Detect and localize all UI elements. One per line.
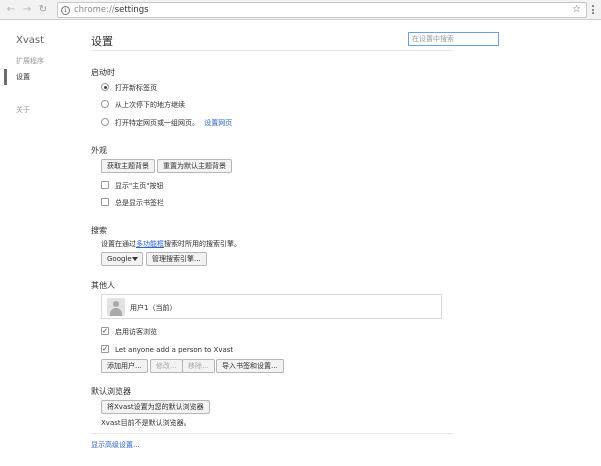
browser-toolbar: ← → ↻ i chrome://settings ☆ — [0, 0, 601, 20]
section-people-heading: 其他人 — [91, 281, 115, 290]
set-default-browser-button[interactable]: 将Xvast设置为您的默认浏览器 — [101, 400, 210, 414]
checkbox[interactable]: ✓ — [101, 327, 109, 335]
manage-search-engines-button[interactable]: 管理搜索引擎... — [146, 252, 207, 266]
startup-option-specific-pages[interactable]: 打开特定网页或一组网页。 设置网页 — [101, 117, 232, 129]
option-label: Let anyone add a person to Xvast — [115, 346, 234, 354]
section-appearance-heading: 外观 — [91, 146, 107, 155]
sidebar-item-about[interactable]: 关于 — [16, 105, 30, 115]
address-bar[interactable]: i chrome://settings ☆ — [57, 2, 587, 18]
search-desc-after: 搜索时所用的搜索引擎。 — [164, 240, 241, 248]
avatar — [107, 298, 125, 316]
get-themes-button[interactable]: 获取主题背景 — [101, 159, 155, 173]
checkbox[interactable]: ✓ — [101, 345, 109, 353]
option-label: 总是显示书签栏 — [115, 199, 164, 207]
divider — [91, 50, 453, 51]
option-label: 打开新标签页 — [115, 84, 157, 92]
checkbox[interactable] — [101, 181, 109, 189]
radio-button[interactable] — [101, 118, 109, 126]
page-title: 设置 — [91, 35, 113, 48]
checkbox[interactable] — [101, 198, 109, 206]
section-search-heading: 搜索 — [91, 226, 107, 235]
forward-icon[interactable]: → — [20, 3, 34, 17]
option-label: 启用访客浏览 — [115, 328, 157, 336]
search-engine-value: Google — [107, 255, 132, 263]
default-browser-status: Xvast目前不是默认浏览器。 — [101, 419, 191, 427]
divider — [91, 433, 453, 434]
anyone-add-person-option[interactable]: ✓ Let anyone add a person to Xvast — [101, 344, 233, 356]
url-scheme: chrome:// — [74, 5, 115, 15]
vertical-dots-icon[interactable] — [589, 4, 597, 16]
brand-title: Xvast — [16, 35, 45, 46]
edit-person-button[interactable]: 修改... — [150, 359, 183, 373]
show-advanced-settings-link[interactable]: 显示高级设置... — [91, 440, 140, 450]
add-person-button[interactable]: 添加用户... — [101, 359, 148, 373]
option-label: 从上次停下的地方继续 — [115, 101, 185, 109]
reload-icon[interactable]: ↻ — [36, 3, 50, 17]
show-home-button-option[interactable]: 显示"主页"按钮 — [101, 180, 163, 192]
guest-browsing-option[interactable]: ✓ 启用访客浏览 — [101, 326, 157, 338]
settings-search-input[interactable]: 在设置中搜索 — [408, 32, 499, 46]
search-desc-before: 设置在通过 — [101, 240, 136, 248]
sidebar-item-settings[interactable]: 设置 — [16, 72, 30, 82]
search-description: 设置在通过多功能框搜索时所用的搜索引擎。 — [101, 239, 241, 249]
info-icon[interactable]: i — [61, 6, 70, 15]
omnibox-link[interactable]: 多功能框 — [136, 240, 164, 248]
radio-button[interactable] — [101, 100, 109, 108]
import-bookmarks-button[interactable]: 导入书签和设置... — [216, 359, 284, 373]
url-path: settings — [114, 5, 149, 15]
person-name[interactable]: 用户1（当前） — [130, 303, 176, 313]
remove-person-button[interactable]: 移除... — [182, 359, 215, 373]
back-icon[interactable]: ← — [4, 3, 18, 17]
startup-option-new-tab[interactable]: 打开新标签页 — [101, 82, 157, 94]
section-default-browser-heading: 默认浏览器 — [91, 387, 131, 396]
search-engine-select[interactable]: Google — [101, 252, 143, 266]
startup-option-continue[interactable]: 从上次停下的地方继续 — [101, 99, 185, 111]
reset-theme-button[interactable]: 重置为默认主题背景 — [157, 159, 232, 173]
show-bookmarks-bar-option[interactable]: 总是显示书签栏 — [101, 197, 164, 209]
sidebar-item-extensions[interactable]: 扩展程序 — [16, 56, 44, 66]
caret-down-icon — [132, 257, 138, 261]
url-text[interactable]: chrome://settings — [74, 5, 149, 15]
radio-button[interactable] — [101, 83, 109, 91]
option-label: 显示"主页"按钮 — [115, 182, 164, 190]
people-list: 用户1（当前） — [101, 294, 442, 319]
star-icon[interactable]: ☆ — [572, 4, 581, 15]
sidebar-active-indicator — [4, 69, 7, 85]
section-startup-heading: 启动时 — [91, 68, 115, 77]
set-pages-link[interactable]: 设置网页 — [204, 119, 232, 127]
option-label: 打开特定网页或一组网页。 — [115, 119, 199, 127]
